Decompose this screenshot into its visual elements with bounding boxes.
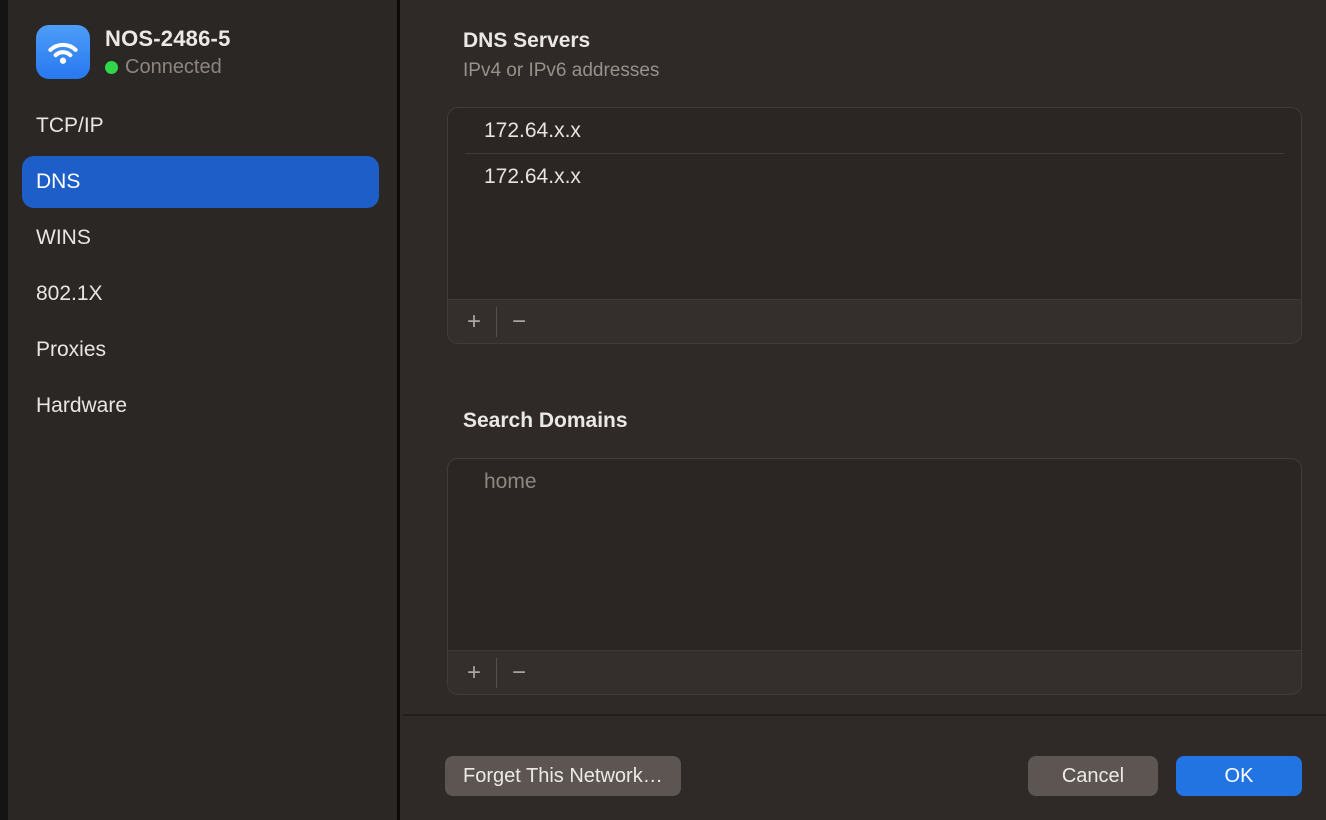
search-domain-row[interactable]: home <box>448 459 1301 504</box>
search-domain-value: home <box>484 470 537 494</box>
sidebar-item-label: TCP/IP <box>36 114 104 138</box>
wifi-icon <box>36 25 90 79</box>
network-name: NOS-2486-5 <box>105 26 231 52</box>
network-status: Connected <box>105 56 231 79</box>
sidebar-item-label: Proxies <box>36 338 106 362</box>
dns-servers-subtitle: IPv4 or IPv6 addresses <box>463 60 659 82</box>
sidebar-item-wins[interactable]: WINS <box>22 212 379 264</box>
sidebar-item-8021x[interactable]: 802.1X <box>22 268 379 320</box>
connected-status-dot-icon <box>105 61 118 74</box>
dns-server-value: 172.64.x.x <box>484 119 581 143</box>
sidebar-item-label: 802.1X <box>36 282 103 306</box>
sidebar: NOS-2486-5 Connected TCP/IP DNS WINS 802… <box>8 0 400 820</box>
connected-status-label: Connected <box>125 56 222 79</box>
add-dns-server-button[interactable]: + <box>458 300 490 344</box>
search-domains-rows: home <box>448 459 1301 504</box>
sidebar-item-proxies[interactable]: Proxies <box>22 324 379 376</box>
sidebar-item-dns[interactable]: DNS <box>22 156 379 208</box>
sidebar-item-label: DNS <box>36 170 80 194</box>
sidebar-item-label: Hardware <box>36 394 127 418</box>
dns-settings-panel: DNS Servers IPv4 or IPv6 addresses 172.6… <box>403 0 1326 820</box>
dns-servers-rows: 172.64.x.x 172.64.x.x <box>448 108 1301 199</box>
toolbar-divider <box>496 307 497 337</box>
search-domains-toolbar: + − <box>448 650 1301 694</box>
add-search-domain-button[interactable]: + <box>458 651 490 695</box>
search-domains-list: home + − <box>447 458 1302 695</box>
dns-server-row[interactable]: 172.64.x.x <box>448 154 1301 199</box>
network-meta: NOS-2486-5 Connected <box>105 26 231 79</box>
sidebar-nav: TCP/IP DNS WINS 802.1X Proxies Hardware <box>22 100 379 436</box>
remove-dns-server-button[interactable]: − <box>503 300 535 344</box>
forget-network-button[interactable]: Forget This Network… <box>445 756 681 796</box>
sidebar-item-tcpip[interactable]: TCP/IP <box>22 100 379 152</box>
dns-servers-title: DNS Servers <box>463 29 590 53</box>
dns-servers-list: 172.64.x.x 172.64.x.x + − <box>447 107 1302 344</box>
sidebar-item-label: WINS <box>36 226 91 250</box>
search-domains-title: Search Domains <box>463 409 628 433</box>
ok-button[interactable]: OK <box>1176 756 1302 796</box>
dns-server-row[interactable]: 172.64.x.x <box>448 108 1301 153</box>
network-header: NOS-2486-5 Connected <box>36 25 231 79</box>
toolbar-divider <box>496 658 497 688</box>
footer-divider <box>403 714 1326 716</box>
cancel-button[interactable]: Cancel <box>1028 756 1158 796</box>
wifi-details-dialog: NOS-2486-5 Connected TCP/IP DNS WINS 802… <box>0 0 1326 820</box>
dns-server-value: 172.64.x.x <box>484 165 581 189</box>
window-edge <box>0 0 8 820</box>
remove-search-domain-button[interactable]: − <box>503 651 535 695</box>
dns-list-toolbar: + − <box>448 299 1301 343</box>
sidebar-item-hardware[interactable]: Hardware <box>22 380 379 432</box>
